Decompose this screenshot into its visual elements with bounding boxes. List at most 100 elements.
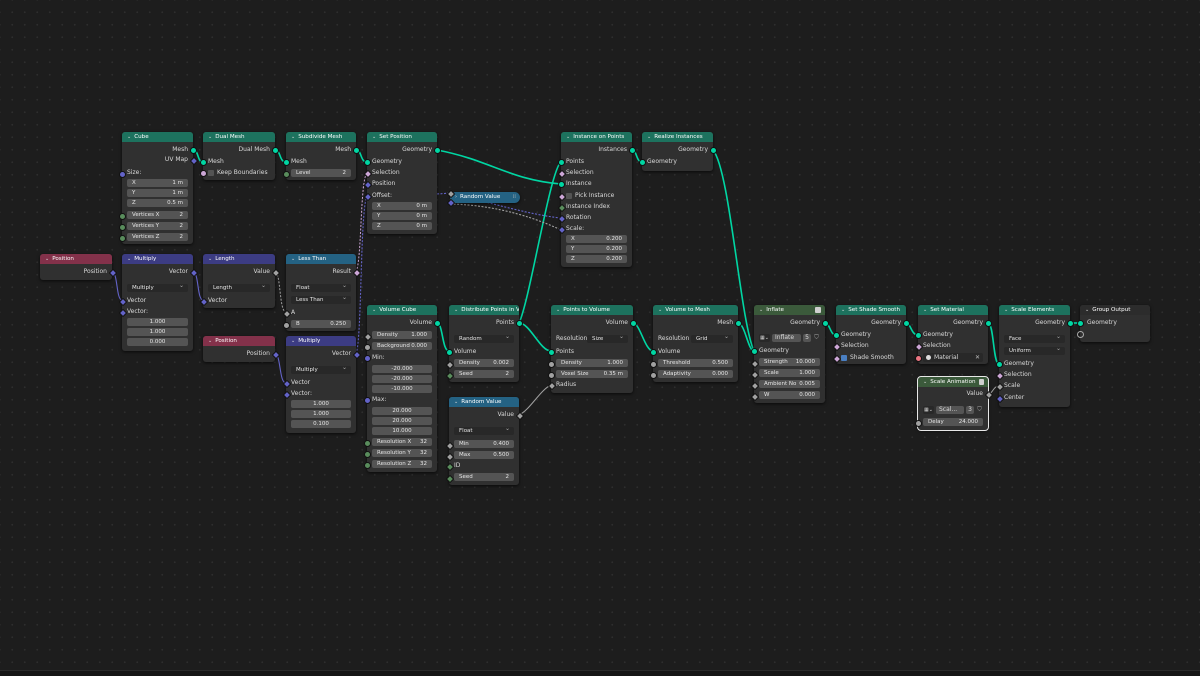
socket-out[interactable] (516, 320, 523, 327)
node-header[interactable]: ⌄ Points to Volume (551, 305, 633, 315)
node-volume-cube[interactable]: ⌄ Volume Cube Volume Density 1.000 Backgro… (363, 305, 441, 472)
type-dropdown[interactable]: Float (291, 282, 351, 292)
clear-x-icon[interactable]: ✕ (975, 354, 983, 361)
node-header[interactable]: ⌄ Volume Cube (367, 305, 437, 315)
socket-vy-in[interactable] (119, 224, 126, 231)
node-subdivide-mesh[interactable]: ⌄ Subdivide Mesh Mesh Mesh Level 2 (283, 132, 360, 180)
socket-instance-in[interactable] (558, 181, 565, 188)
socket-vx-in[interactable] (119, 213, 126, 220)
vertices-y-field[interactable]: Vertices Y2 (127, 222, 188, 230)
node-header[interactable]: ⌄ Position (203, 336, 275, 346)
browse-group-icon[interactable]: ▦⌄ (923, 405, 934, 414)
group-name-field[interactable]: Scal... (936, 405, 964, 414)
adaptivity-field[interactable]: Adaptivity 0.000 (658, 370, 733, 378)
socket-out[interactable] (630, 320, 637, 327)
node-header[interactable]: ⌄ Set Position (367, 132, 437, 142)
resolution-dropdown[interactable]: Grid (691, 333, 733, 343)
socket-min-in[interactable] (364, 355, 371, 362)
size-x-field[interactable]: X1 m (127, 179, 188, 187)
min-y-field[interactable]: -20.000 (372, 375, 432, 383)
browse-group-icon[interactable]: ▦⌄ (759, 333, 770, 342)
socket-delay-in[interactable] (915, 420, 922, 427)
socket-ry-in[interactable] (364, 451, 371, 458)
size-z-field[interactable]: Z 0.5 m (127, 199, 188, 207)
vector-z-field[interactable]: 0.100 (291, 420, 351, 428)
vertices-z-field[interactable]: Vertices Z2 (127, 233, 188, 241)
node-header[interactable]: ⌄ Cube (122, 132, 193, 142)
vector-x-field[interactable]: 1.000 (127, 318, 188, 326)
mode-dropdown[interactable]: Random (454, 333, 514, 343)
socket-bg-in[interactable] (364, 344, 371, 351)
threshold-field[interactable]: Threshold 0.500 (658, 359, 733, 367)
resolution-y-field[interactable]: Resolution Y 32 (372, 449, 432, 457)
resolution-x-field[interactable]: Resolution X 32 (372, 438, 432, 446)
socket-geo-in[interactable] (1077, 320, 1084, 327)
min-field[interactable]: Min 0.400 (454, 440, 514, 448)
voxel-size-field[interactable]: Voxel Size 0.35 m (556, 370, 628, 378)
collapse-chevron-icon[interactable]: ⌄ (923, 305, 927, 315)
vector-z-field[interactable]: 0.000 (127, 338, 188, 346)
node-group-output[interactable]: ⌄ Group Output Geometry (1077, 305, 1150, 342)
node-header[interactable]: ⌄ Subdivide Mesh (286, 132, 356, 142)
collapse-chevron-icon[interactable]: ⌄ (566, 132, 570, 142)
collapse-chevron-icon[interactable]: ⌄ (923, 377, 927, 387)
socket-keep-in[interactable] (200, 170, 207, 177)
socket-rz-in[interactable] (364, 462, 371, 469)
collapse-chevron-icon[interactable]: ⌄ (1085, 305, 1089, 315)
min-z-field[interactable]: -10.000 (372, 385, 432, 393)
scale-x-field[interactable]: X 0.200 (566, 235, 627, 243)
node-header[interactable]: › Random Value ⁞⁞ (450, 192, 520, 202)
socket-rx-in[interactable] (364, 440, 371, 447)
collapse-chevron-icon[interactable]: ⌄ (1004, 305, 1008, 315)
max-z-field[interactable]: 10.000 (372, 427, 432, 435)
socket-vz-in[interactable] (119, 235, 126, 242)
offset-z-field[interactable]: Z0 m (372, 222, 432, 230)
vector-y-field[interactable]: 1.000 (291, 410, 351, 418)
b-field[interactable]: B 0.250 (291, 320, 351, 328)
node-set-material[interactable]: ⌄ Set Material Geometry Geometry Selectio… (914, 305, 992, 364)
max-field[interactable]: Max 0.500 (454, 451, 514, 459)
user-count[interactable]: 5 (803, 333, 811, 342)
socket-volume-in[interactable] (650, 349, 657, 356)
node-dual-mesh[interactable]: ⌄ Dual Mesh Dual Mesh Mesh Keep Boundarie… (200, 132, 279, 180)
node-cube[interactable]: ⌄ Cube Mesh UV Map Size: X1 m Y1 m Z 0.5 m… (119, 132, 199, 244)
socket-out[interactable] (985, 320, 992, 327)
collapse-chevron-icon[interactable]: ⌄ (556, 305, 560, 315)
socket-in[interactable] (639, 159, 646, 166)
collapse-chevron-icon[interactable]: ⌄ (372, 305, 376, 315)
node-header[interactable]: ⌄ Scale Animation (918, 377, 988, 387)
w-field[interactable]: W 0.000 (759, 391, 820, 399)
group-name-field[interactable]: Inflate (772, 333, 801, 342)
scale-mode-dropdown[interactable]: Uniform (1004, 345, 1065, 355)
collapse-chevron-icon[interactable]: ⌄ (208, 336, 212, 346)
max-y-field[interactable]: 20.000 (372, 417, 432, 425)
checkbox-icon[interactable] (566, 192, 572, 199)
node-header[interactable]: ⌄ Length (203, 254, 275, 264)
size-y-field[interactable]: Y1 m (127, 189, 188, 197)
node-multiply-1[interactable]: ⌄Multiply Vector Multiply Vector Vector:… (118, 254, 199, 351)
node-header[interactable]: ⌄ Instance on Points (561, 132, 632, 142)
node-set-shade-smooth[interactable]: ⌄ Set Shade Smooth Geometry Geometry Sele… (832, 305, 910, 364)
node-group-selector[interactable]: ▦⌄ Scal... 3 ⛉ (923, 405, 983, 414)
node-realize-instances[interactable]: ⌄ Realize Instances Geometry Geometry (639, 132, 717, 171)
collapse-chevron-icon[interactable]: ⌄ (291, 336, 295, 346)
socket-geo-in[interactable] (751, 348, 758, 355)
background-field[interactable]: Background 0.000 (372, 342, 432, 350)
socket-geo-in[interactable] (996, 361, 1003, 368)
node-distribute-points-in-volume[interactable]: ⌄Distribute Points in Volume Points Rand… (445, 305, 523, 382)
socket-b-in[interactable] (283, 322, 290, 329)
node-header[interactable]: ⌄ Random Value (449, 397, 519, 407)
node-group-selector[interactable]: ▦⌄ Inflate 5 ⛉ (759, 333, 820, 342)
seed-field[interactable]: Seed 2 (454, 473, 514, 481)
socket-geo-in[interactable] (915, 332, 922, 339)
collapse-chevron-icon[interactable]: ⌄ (454, 397, 458, 407)
vector-x-field[interactable]: 1.000 (291, 400, 351, 408)
socket-out[interactable] (822, 320, 829, 327)
density-field[interactable]: Density 1.000 (556, 359, 628, 367)
socket-points-in[interactable] (548, 349, 555, 356)
seed-field[interactable]: Seed 2 (454, 370, 514, 378)
delay-field[interactable]: Delay 24.000 (923, 418, 983, 426)
socket-out[interactable] (903, 320, 910, 327)
user-count[interactable]: 3 (966, 405, 974, 414)
socket-out[interactable] (1067, 320, 1074, 327)
